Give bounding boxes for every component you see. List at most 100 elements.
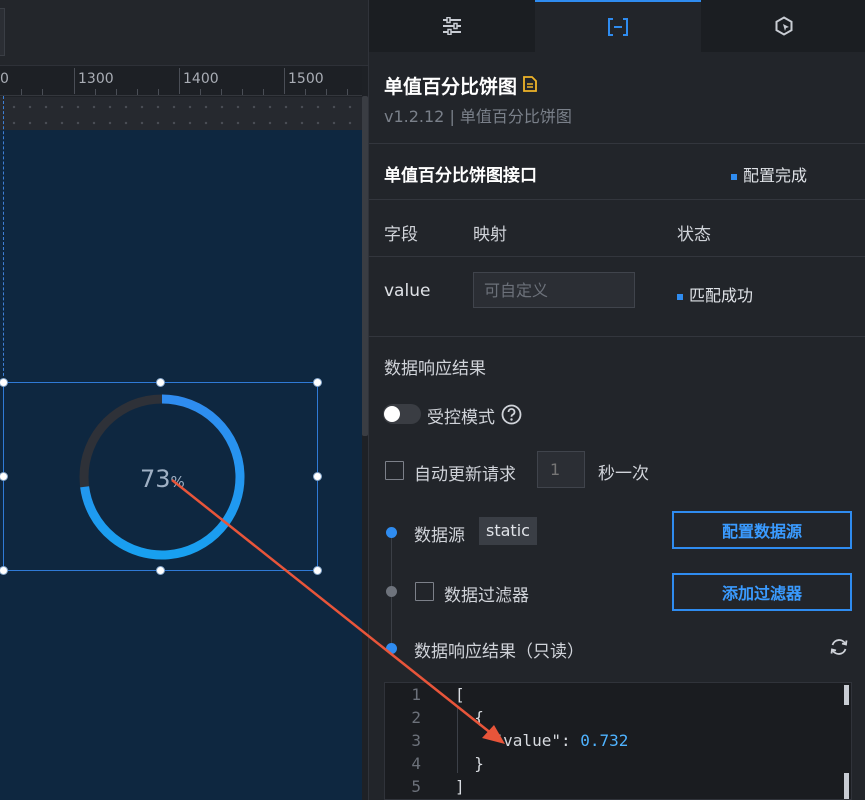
- json-result-editor[interactable]: 1 2 3 4 5 [ { "value": 0.732 } ]: [384, 682, 852, 800]
- ruler-label-1500: 1500: [288, 71, 324, 87]
- pie-percent-unit: %: [170, 473, 185, 491]
- result-section-heading: 数据响应结果: [384, 359, 486, 379]
- controlled-mode-toggle[interactable]: [383, 404, 421, 424]
- column-header-field: 字段: [384, 225, 418, 245]
- section-divider: [369, 143, 865, 144]
- ruler-tick: [179, 68, 180, 94]
- resize-handle-w[interactable]: [0, 472, 8, 481]
- tab-data[interactable]: [535, 0, 701, 52]
- data-bracket-icon: [608, 18, 628, 36]
- mapping-status-text: 匹配成功: [689, 286, 754, 305]
- code-key: "value":: [455, 731, 581, 750]
- data-filter-label: 数据过滤器: [444, 586, 529, 606]
- mapping-input[interactable]: [473, 272, 635, 308]
- status-dot-icon: [731, 173, 737, 180]
- ruler-minor-tick: [158, 89, 159, 95]
- app-root: 0 1300 1400 1500 73% 单值百分比饼图 v1.2.12 | 单…: [0, 0, 865, 800]
- interval-input[interactable]: [537, 451, 585, 488]
- canvas-toolbar: [0, 0, 368, 66]
- column-header-mapping: 映射: [473, 225, 507, 245]
- tab-style[interactable]: [369, 0, 535, 52]
- interface-title: 单值百分比饼图接口: [384, 166, 537, 186]
- pie-center-label: 73%: [140, 465, 185, 493]
- code-line: }: [455, 754, 484, 773]
- step-dot-result: [386, 643, 397, 654]
- status-dot-icon: [677, 293, 683, 300]
- column-header-status: 状态: [677, 225, 711, 245]
- component-version: v1.2.12 | 单值百分比饼图: [384, 107, 572, 126]
- auto-update-label: 自动更新请求: [414, 465, 516, 485]
- cursor-hexagon-icon: [775, 16, 792, 36]
- config-panel: 单值百分比饼图 v1.2.12 | 单值百分比饼图 单值百分比饼图接口 配置完成…: [368, 0, 865, 800]
- interval-unit-label: 秒一次: [598, 464, 649, 484]
- refresh-icon[interactable]: [829, 637, 849, 657]
- resize-handle-nw[interactable]: [0, 378, 8, 387]
- resize-handle-ne[interactable]: [313, 378, 322, 387]
- pie-widget-selection[interactable]: 73%: [0, 378, 322, 575]
- auto-update-checkbox[interactable]: [385, 461, 404, 480]
- help-icon[interactable]: [501, 404, 522, 425]
- ruler-label-0: 0: [0, 71, 9, 87]
- component-title: 单值百分比饼图: [384, 72, 537, 99]
- data-source-tag: static: [479, 517, 537, 545]
- toggle-knob: [384, 406, 400, 422]
- ruler-minor-tick: [200, 89, 201, 95]
- ruler-minor-tick: [242, 89, 243, 95]
- horizontal-ruler: 0 1300 1400 1500: [0, 66, 362, 96]
- resize-handle-e[interactable]: [313, 472, 322, 481]
- ruler-minor-tick: [116, 89, 117, 95]
- ruler-minor-tick: [21, 89, 22, 95]
- pie-percent-value: 73: [140, 465, 171, 493]
- data-filter-checkbox[interactable]: [415, 582, 434, 601]
- step-dot-source: [386, 527, 397, 538]
- readonly-result-label: 数据响应结果（只读）: [414, 642, 584, 662]
- code-number-value: 0.732: [580, 731, 629, 750]
- interface-status: 配置完成: [731, 162, 807, 186]
- line-number: 5: [411, 777, 421, 796]
- alignment-guide: [3, 96, 4, 386]
- field-name-value: value: [384, 281, 431, 301]
- resize-handle-se[interactable]: [313, 566, 322, 575]
- line-number: 2: [411, 708, 421, 727]
- line-number: 1: [411, 685, 421, 704]
- section-divider: [369, 199, 865, 200]
- resize-handle-s[interactable]: [156, 566, 165, 575]
- ruler-minor-tick: [263, 89, 264, 95]
- controlled-mode-label: 受控模式: [427, 408, 495, 428]
- document-icon[interactable]: [523, 75, 537, 97]
- step-dot-filter: [386, 586, 397, 597]
- component-name: 单值百分比饼图: [384, 76, 518, 98]
- panel-tabs: [369, 0, 865, 52]
- ruler-minor-tick: [305, 89, 306, 95]
- code-line: {: [455, 708, 484, 727]
- tab-interaction[interactable]: [701, 0, 865, 52]
- ruler-label-1300: 1300: [78, 71, 114, 87]
- ruler-minor-tick: [326, 89, 327, 95]
- line-number: 4: [411, 754, 421, 773]
- ruler-label-1400: 1400: [183, 71, 219, 87]
- add-filter-button[interactable]: 添加过滤器: [672, 573, 852, 611]
- code-line: [: [455, 685, 465, 704]
- line-number: 3: [411, 731, 421, 750]
- ruler-minor-tick: [42, 89, 43, 95]
- editor-scrollbar-top[interactable]: [844, 685, 849, 705]
- ruler-minor-tick: [137, 89, 138, 95]
- ruler-minor-tick: [95, 89, 96, 95]
- resize-handle-n[interactable]: [156, 378, 165, 387]
- ruler-tick: [284, 68, 285, 94]
- table-divider: [369, 256, 865, 257]
- editor-scrollbar-bottom[interactable]: [844, 773, 849, 799]
- section-divider: [369, 336, 865, 337]
- toolbar-edge: [0, 8, 5, 56]
- interface-status-text: 配置完成: [743, 166, 808, 185]
- code-line: ]: [455, 777, 465, 796]
- ruler-minor-tick: [347, 89, 348, 95]
- code-line: "value": 0.732: [455, 731, 629, 750]
- data-source-label: 数据源: [414, 526, 465, 546]
- configure-data-source-button[interactable]: 配置数据源: [672, 511, 852, 549]
- canvas-dot-grid: [0, 97, 362, 130]
- ruler-minor-tick: [221, 89, 222, 95]
- mapping-status: 匹配成功: [677, 282, 753, 306]
- ruler-tick: [74, 68, 75, 94]
- editor-canvas: 0 1300 1400 1500 73%: [0, 0, 368, 800]
